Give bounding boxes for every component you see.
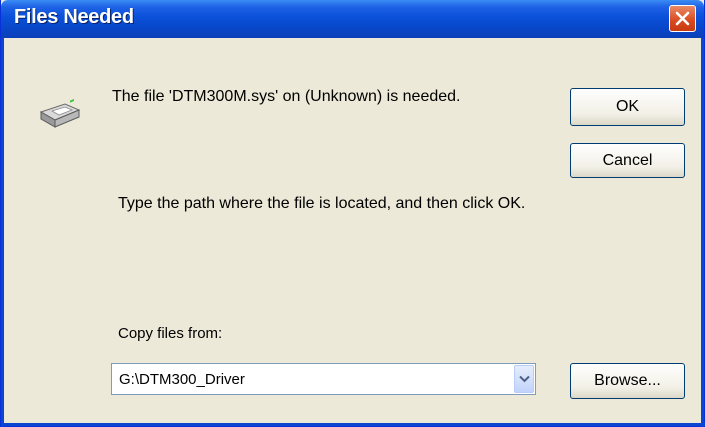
title-bar[interactable]: Files Needed: [1, 0, 704, 38]
copy-files-path[interactable]: G:\DTM300_Driver: [119, 371, 245, 388]
window-border-right: [701, 38, 704, 427]
cancel-button[interactable]: Cancel: [570, 143, 685, 178]
instruction-message: Type the path where the file is located,…: [118, 195, 526, 212]
copy-files-label: Copy files from:: [118, 325, 223, 342]
copy-files-combobox[interactable]: G:\DTM300_Driver: [111, 363, 536, 395]
window-title: Files Needed: [14, 6, 134, 28]
drive-icon: [37, 98, 81, 137]
ok-button[interactable]: OK: [570, 88, 685, 126]
browse-button[interactable]: Browse...: [570, 363, 685, 399]
close-button[interactable]: [669, 5, 696, 32]
files-needed-dialog: Files Needed The file 'DTM300M.sys' on (…: [0, 0, 705, 427]
window-border-left: [1, 38, 4, 427]
window-border-bottom: [1, 423, 705, 426]
file-needed-message: The file 'DTM300M.sys' on (Unknown) is n…: [112, 88, 461, 105]
dropdown-button[interactable]: [514, 365, 534, 393]
